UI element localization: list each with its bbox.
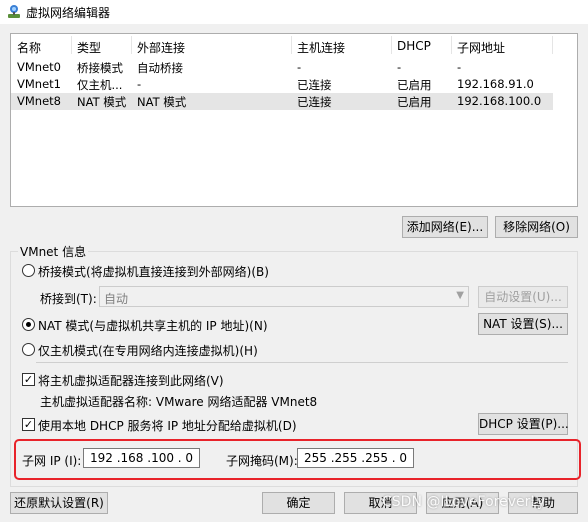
cell-external: NAT 模式 (137, 95, 187, 109)
column-header-external[interactable]: 外部连接 (137, 39, 185, 56)
bridge-to-select[interactable]: 自动 ▼ (99, 286, 469, 307)
cell-type: 桥接模式 (77, 61, 123, 75)
watermark: CSDN @ILoveForeverLy (382, 494, 546, 510)
nat-mode-label[interactable]: NAT 模式(与虚拟机共享主机的 IP 地址)(N) (38, 317, 268, 334)
column-header-subnet[interactable]: 子网地址 (457, 39, 505, 56)
connect-adapter-label[interactable]: 将主机虚拟适配器连接到此网络(V) (38, 372, 224, 389)
bridge-to-label: 桥接到(T): (40, 292, 97, 306)
dhcp-checkbox[interactable]: ✓ (22, 418, 35, 431)
cell-external: 自动桥接 (137, 61, 183, 75)
radio-selected-dot (26, 322, 31, 327)
restore-defaults-button[interactable]: 还原默认设置(R) (10, 492, 108, 514)
list-header: 名称 类型 外部连接 主机连接 DHCP 子网地址 (11, 34, 577, 56)
cell-name: VMnet1 (17, 77, 61, 91)
table-row-vmnet0[interactable]: VMnet0 桥接模式 自动桥接 - - - (11, 59, 553, 76)
remove-network-button[interactable]: 移除网络(O) (495, 216, 578, 238)
cell-host: 已连接 (297, 95, 332, 109)
bridge-mode-label[interactable]: 桥接模式(将虚拟机直接连接到外部网络)(B) (38, 263, 269, 280)
dhcp-label[interactable]: 使用本地 DHCP 服务将 IP 地址分配给虚拟机(D) (38, 417, 297, 434)
connect-adapter-checkbox[interactable]: ✓ (22, 373, 35, 386)
window-title: 虚拟网络编辑器 (26, 6, 111, 20)
cell-subnet: 192.168.91.0 (457, 77, 534, 91)
cell-host: - (297, 60, 302, 74)
bridge-to-value: 自动 (104, 292, 129, 306)
cell-external: - (137, 77, 142, 91)
cell-name: VMnet8 (17, 94, 61, 108)
cell-type: NAT 模式 (77, 95, 127, 109)
adapter-name-label: 主机虚拟适配器名称: VMware 网络适配器 VMnet8 (40, 395, 318, 409)
add-network-button[interactable]: 添加网络(E)... (402, 216, 488, 238)
bridge-mode-radio[interactable] (22, 264, 35, 277)
nat-settings-button[interactable]: NAT 设置(S)... (478, 313, 568, 335)
cell-dhcp: 已启用 (397, 78, 432, 92)
cell-name: VMnet0 (17, 60, 61, 74)
network-list[interactable]: 名称 类型 外部连接 主机连接 DHCP 子网地址 VMnet0 桥接模式 自动… (10, 33, 578, 207)
cell-dhcp: - (397, 60, 402, 74)
table-row-vmnet8[interactable]: VMnet8 NAT 模式 NAT 模式 已连接 已启用 192.168.100… (11, 93, 553, 110)
ok-button[interactable]: 确定 (262, 492, 335, 514)
column-header-dhcp[interactable]: DHCP (397, 39, 431, 53)
cell-host: 已连接 (297, 78, 332, 92)
nat-mode-radio[interactable] (22, 318, 35, 331)
cell-type: 仅主机... (77, 78, 123, 92)
table-row-vmnet1[interactable]: VMnet1 仅主机... - 已连接 已启用 192.168.91.0 (11, 76, 553, 93)
column-header-name[interactable]: 名称 (17, 39, 41, 56)
highlight-box (14, 439, 581, 480)
cell-subnet: - (457, 60, 462, 74)
vmware-network-icon (8, 5, 20, 18)
divider (36, 362, 568, 363)
host-only-radio[interactable] (22, 343, 35, 356)
host-only-label[interactable]: 仅主机模式(在专用网络内连接虚拟机)(H) (38, 342, 258, 359)
dhcp-settings-button[interactable]: DHCP 设置(P)... (478, 413, 569, 435)
title-bar: 虚拟网络编辑器 (0, 0, 588, 25)
column-header-type[interactable]: 类型 (77, 39, 101, 56)
column-header-host[interactable]: 主机连接 (297, 39, 345, 56)
auto-settings-button[interactable]: 自动设置(U)... (478, 286, 568, 308)
chevron-down-icon: ▼ (456, 290, 464, 301)
cell-dhcp: 已启用 (397, 95, 432, 109)
cell-subnet: 192.168.100.0 (457, 94, 542, 108)
vmnet-info-label: VMnet 信息 (18, 243, 89, 260)
